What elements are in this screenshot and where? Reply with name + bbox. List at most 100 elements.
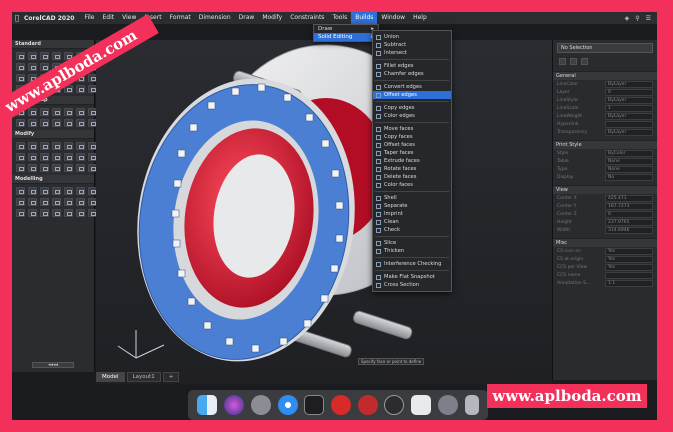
tab-layout1[interactable]: Layout1: [126, 372, 161, 382]
erase-icon[interactable]: [16, 142, 25, 150]
scale-icon[interactable]: [16, 153, 25, 161]
property-value[interactable]: 425.471: [605, 195, 653, 202]
quick-select-icon[interactable]: [570, 58, 577, 65]
extrude-icon[interactable]: [16, 198, 25, 206]
menu-modify[interactable]: Modify: [258, 12, 286, 24]
snap-par-icon[interactable]: [64, 119, 73, 127]
menu-draw[interactable]: Draw: [235, 12, 259, 24]
solid-menu-color-faces[interactable]: Color faces: [373, 181, 451, 189]
property-value[interactable]: [605, 272, 653, 279]
thicken-icon[interactable]: [28, 209, 37, 217]
solid-menu-subtract[interactable]: Subtract: [373, 41, 451, 49]
photo-booth-icon[interactable]: [357, 395, 378, 415]
property-value[interactable]: ByLayer: [605, 129, 653, 136]
loft-icon[interactable]: [52, 198, 61, 206]
open-icon[interactable]: [28, 52, 37, 60]
property-value[interactable]: 314.6946: [605, 227, 653, 234]
solid-menu-make-flat-snapshot[interactable]: Make Flat Snapshot: [373, 273, 451, 281]
align-icon[interactable]: [64, 164, 73, 172]
menu-constraints[interactable]: Constraints: [286, 12, 328, 24]
solid-menu-interference-checking[interactable]: Interference Checking: [373, 260, 451, 268]
tab-model[interactable]: Model: [96, 372, 125, 382]
solid-menu-shell[interactable]: Shell: [373, 194, 451, 202]
sweep-icon[interactable]: [40, 198, 49, 206]
no-entry-icon[interactable]: [330, 395, 351, 415]
lengthen-icon[interactable]: [52, 164, 61, 172]
property-value[interactable]: [605, 121, 653, 128]
solid-menu-delete-faces[interactable]: Delete faces: [373, 173, 451, 181]
property-value[interactable]: Yes: [605, 256, 653, 263]
snap-mid-icon[interactable]: [28, 108, 37, 116]
solid-menu-convert-edges[interactable]: Convert edges: [373, 83, 451, 91]
property-value[interactable]: 1:1: [605, 280, 653, 287]
offset-icon[interactable]: [52, 142, 61, 150]
snap-tan-icon[interactable]: [28, 119, 37, 127]
solid-menu-imprint[interactable]: Imprint: [373, 210, 451, 218]
calendar-icon[interactable]: [411, 395, 432, 415]
menu-help[interactable]: Help: [409, 12, 431, 24]
solid-menu-move-faces[interactable]: Move faces: [373, 125, 451, 133]
solid-menu-chamfer-edges[interactable]: Chamfer edges: [373, 70, 451, 78]
trash-icon[interactable]: [464, 395, 479, 415]
pan-icon[interactable]: [40, 63, 49, 71]
apple-icon[interactable]: : [12, 14, 22, 22]
sphere-icon[interactable]: [52, 187, 61, 195]
solid-menu-color-edges[interactable]: Color edges: [373, 112, 451, 120]
cylinder-icon[interactable]: [28, 187, 37, 195]
slice-icon[interactable]: [16, 209, 25, 217]
siri-icon[interactable]: [224, 395, 245, 415]
menu-edit[interactable]: Edit: [98, 12, 118, 24]
shell-icon[interactable]: [40, 209, 49, 217]
solid-menu-taper-faces[interactable]: Taper faces: [373, 149, 451, 157]
collapse-panel-button[interactable]: ◂◂◂◂: [32, 362, 74, 368]
edit-icon[interactable]: [40, 164, 49, 172]
builds-menu-draw[interactable]: Draw ▸: [314, 25, 378, 33]
properties-section-title[interactable]: View: [553, 185, 657, 194]
solid-menu-offset-faces[interactable]: Offset faces: [373, 141, 451, 149]
revolve-icon[interactable]: [28, 198, 37, 206]
solid-menu-extrude-faces[interactable]: Extrude faces: [373, 157, 451, 165]
new-icon[interactable]: [16, 52, 25, 60]
snap-quad-icon[interactable]: [64, 108, 73, 116]
interfere-icon[interactable]: [76, 209, 85, 217]
section-icon[interactable]: [52, 209, 61, 217]
polygon-icon[interactable]: [76, 85, 85, 93]
stretch-icon[interactable]: [28, 153, 37, 161]
property-value[interactable]: 0: [605, 89, 653, 96]
corelcad-icon[interactable]: [304, 395, 325, 415]
solid-menu-check[interactable]: Check: [373, 226, 451, 234]
solid-menu-rotate-faces[interactable]: Rotate faces: [373, 165, 451, 173]
property-value[interactable]: ByLayer: [605, 97, 653, 104]
select-icon[interactable]: [559, 58, 566, 65]
move-icon[interactable]: [76, 142, 85, 150]
save-icon[interactable]: [40, 52, 49, 60]
app-store-icon[interactable]: [384, 395, 405, 415]
properties-section-title[interactable]: Misc: [553, 238, 657, 247]
union-icon[interactable]: [64, 198, 73, 206]
menu-window[interactable]: Window: [377, 12, 409, 24]
grid-icon[interactable]: [16, 74, 25, 82]
toggle-icon[interactable]: [581, 58, 588, 65]
property-value[interactable]: 1: [605, 105, 653, 112]
explode-icon[interactable]: [16, 164, 25, 172]
solid-menu-cross-section[interactable]: Cross Section: [373, 281, 451, 289]
menu-builds[interactable]: Builds: [351, 12, 378, 24]
solid-menu-clean[interactable]: Clean: [373, 218, 451, 226]
system-preferences-icon[interactable]: [437, 395, 458, 415]
menu-format[interactable]: Format: [166, 12, 195, 24]
print-icon[interactable]: [52, 52, 61, 60]
property-value[interactable]: ByLayer: [605, 113, 653, 120]
solid-menu-slice[interactable]: Slice: [373, 239, 451, 247]
snap-int-icon[interactable]: [76, 108, 85, 116]
solid-menu-separate[interactable]: Separate: [373, 202, 451, 210]
copy-entity-icon[interactable]: [28, 142, 37, 150]
snap-perp-icon[interactable]: [16, 119, 25, 127]
torus-icon[interactable]: [64, 187, 73, 195]
solid-menu-copy-edges[interactable]: Copy edges: [373, 104, 451, 112]
break-icon[interactable]: [64, 153, 73, 161]
cone-icon[interactable]: [40, 187, 49, 195]
app-name[interactable]: CorelCAD 2020: [22, 15, 80, 22]
property-value[interactable]: 237.9765: [605, 219, 653, 226]
snap-near-icon[interactable]: [40, 119, 49, 127]
property-value[interactable]: ByLayer: [605, 81, 653, 88]
